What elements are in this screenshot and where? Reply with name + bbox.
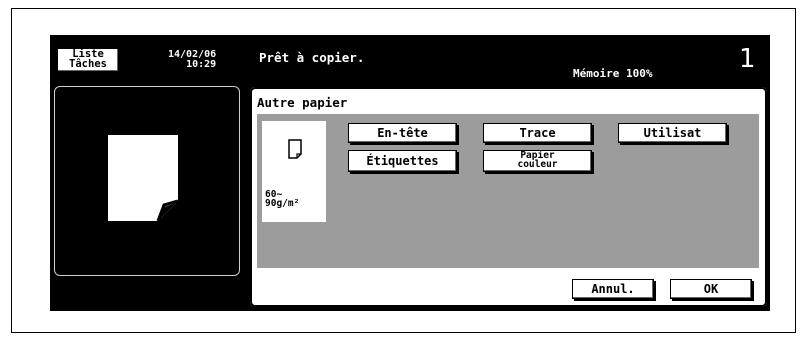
- labels-button[interactable]: Étiquettes: [348, 150, 457, 172]
- paper-weight-card: 60~ 90g/m²: [262, 121, 326, 222]
- preview-area: [54, 86, 240, 276]
- job-list-label-line2: Tâches: [69, 58, 107, 70]
- colored-paper-label-line2: couleur: [517, 159, 558, 170]
- date-time: 14/02/06 10:29: [168, 50, 216, 70]
- status-message: Prêt à copier.: [259, 50, 365, 65]
- letterhead-button[interactable]: En-tête: [348, 123, 457, 143]
- paper-sheet-icon: [288, 139, 302, 159]
- dialog-title: Autre papier: [257, 95, 348, 110]
- control-panel-screen: Liste Tâches 14/02/06 10:29 Prêt à copie…: [50, 35, 770, 311]
- time: 10:29: [186, 59, 217, 70]
- options-area: 60~ 90g/m² En-tête Trace Utilisat Étique…: [257, 114, 759, 268]
- user-paper-button[interactable]: Utilisat: [618, 123, 727, 143]
- memory-indicator: Mémoire 100%: [573, 67, 653, 80]
- colored-paper-button[interactable]: Papier couleur: [483, 150, 592, 172]
- copies-count: 1: [739, 44, 756, 74]
- document-preview-icon: [108, 135, 178, 221]
- job-list-button[interactable]: Liste Tâches: [57, 48, 119, 72]
- ok-button[interactable]: OK: [670, 279, 752, 299]
- cancel-button[interactable]: Annul.: [572, 279, 654, 299]
- paper-weight-line2: 90g/m²: [265, 198, 300, 210]
- tracing-button[interactable]: Trace: [483, 123, 592, 143]
- paper-weight-text: 60~ 90g/m²: [265, 190, 300, 210]
- other-paper-dialog: Autre papier 60~ 90g/m² En-tête Trace Ut…: [249, 86, 768, 308]
